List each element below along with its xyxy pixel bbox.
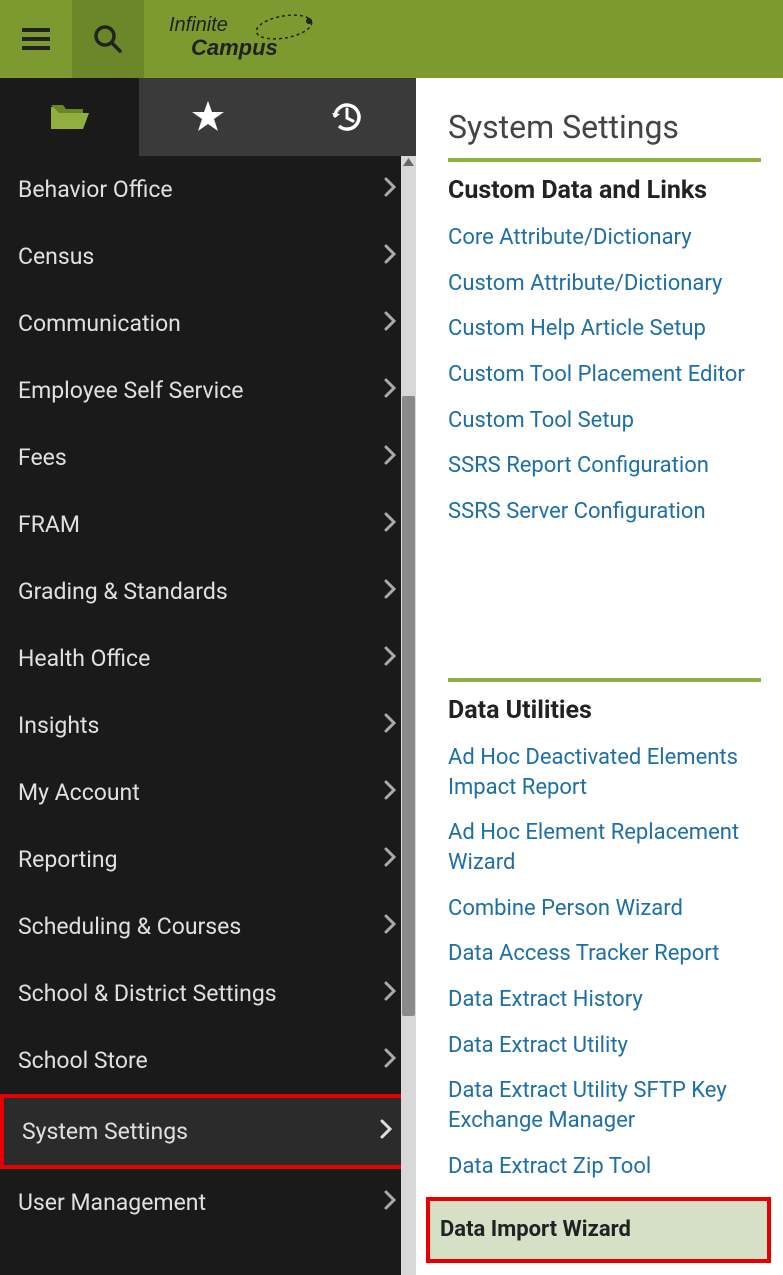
chevron-right-icon (384, 176, 396, 203)
nav-item-label: System Settings (22, 1118, 188, 1145)
link-ad-hoc-element-replacement-wizard[interactable]: Ad Hoc Element Replacement Wizard (448, 818, 761, 877)
nav-item-label: Scheduling & Courses (18, 913, 241, 940)
link-data-extract-zip-tool[interactable]: Data Extract Zip Tool (448, 1152, 761, 1182)
sidebar-tabs (0, 78, 416, 156)
link-custom-tool-placement-editor[interactable]: Custom Tool Placement Editor (448, 360, 761, 390)
chevron-right-icon (384, 779, 396, 806)
nav-item-communication[interactable]: Communication (0, 290, 412, 357)
chevron-right-icon (384, 377, 396, 404)
chevron-right-icon (384, 1047, 396, 1074)
page-title: System Settings (448, 108, 761, 146)
infinite-campus-logo: Infinite Campus (169, 11, 329, 67)
main-container: Behavior Office Census Communication Emp… (0, 78, 783, 1275)
search-icon (93, 24, 123, 54)
nav-item-my-account[interactable]: My Account (0, 759, 412, 826)
content-panel: System Settings Custom Data and Links Co… (416, 78, 783, 1275)
nav-item-label: FRAM (18, 511, 80, 538)
nav-item-label: Insights (18, 712, 99, 739)
tab-history[interactable] (277, 78, 416, 156)
link-core-attribute-dictionary[interactable]: Core Attribute/Dictionary (448, 223, 761, 253)
link-combine-person-wizard[interactable]: Combine Person Wizard (448, 894, 761, 924)
link-data-extract-utility-sftp-key-exchange-manager[interactable]: Data Extract Utility SFTP Key Exchange M… (448, 1076, 761, 1135)
logo: Infinite Campus (169, 11, 329, 67)
nav-item-employee-self-service[interactable]: Employee Self Service (0, 357, 412, 424)
nav-item-user-management[interactable]: User Management (0, 1169, 412, 1236)
nav-item-school-store[interactable]: School Store (0, 1027, 412, 1094)
chevron-right-icon (384, 913, 396, 940)
link-ad-hoc-deactivated-elements-impact-report[interactable]: Ad Hoc Deactivated Elements Impact Repor… (448, 743, 761, 802)
nav-item-reporting[interactable]: Reporting (0, 826, 412, 893)
nav-item-insights[interactable]: Insights (0, 692, 412, 759)
link-ssrs-server-configuration[interactable]: SSRS Server Configuration (448, 497, 761, 527)
nav-item-label: My Account (18, 779, 140, 806)
star-icon (191, 100, 225, 134)
section-gap (448, 543, 761, 678)
menu-button[interactable] (0, 0, 72, 78)
chevron-right-icon (384, 243, 396, 270)
link-custom-tool-setup[interactable]: Custom Tool Setup (448, 406, 761, 436)
link-custom-help-article-setup[interactable]: Custom Help Article Setup (448, 314, 761, 344)
tab-favorites[interactable] (139, 78, 278, 156)
scroll-up-icon (403, 158, 414, 166)
nav-item-fram[interactable]: FRAM (0, 491, 412, 558)
link-data-import-wizard[interactable]: Data Import Wizard (426, 1197, 771, 1263)
nav-item-label: Communication (18, 310, 181, 337)
nav-item-label: User Management (18, 1189, 206, 1216)
tab-folder[interactable] (0, 78, 139, 156)
chevron-right-icon (384, 980, 396, 1007)
chevron-right-icon (384, 511, 396, 538)
chevron-right-icon (384, 1189, 396, 1216)
hamburger-icon (22, 28, 50, 50)
nav-item-label: Health Office (18, 645, 150, 672)
app-header: Infinite Campus (0, 0, 783, 78)
nav-item-label: Reporting (18, 846, 118, 873)
svg-text:Campus: Campus (191, 35, 278, 60)
folder-open-icon (49, 101, 89, 133)
nav-item-census[interactable]: Census (0, 223, 412, 290)
chevron-right-icon (384, 444, 396, 471)
chevron-right-icon (384, 712, 396, 739)
link-data-extract-utility[interactable]: Data Extract Utility (448, 1031, 761, 1061)
chevron-right-icon (384, 846, 396, 873)
section-heading-data-utilities: Data Utilities (448, 696, 761, 725)
section-heading-custom-data: Custom Data and Links (448, 176, 761, 205)
nav-item-system-settings[interactable]: System Settings (0, 1094, 412, 1169)
chevron-right-icon (384, 645, 396, 672)
link-data-access-tracker-report[interactable]: Data Access Tracker Report (448, 939, 761, 969)
nav-item-behavior-office[interactable]: Behavior Office (0, 156, 412, 223)
scrollbar-thumb[interactable] (402, 396, 415, 1016)
nav-item-label: Employee Self Service (18, 377, 244, 404)
nav-item-label: Census (18, 243, 94, 270)
history-icon (329, 99, 365, 135)
nav-item-scheduling-courses[interactable]: Scheduling & Courses (0, 893, 412, 960)
link-custom-attribute-dictionary[interactable]: Custom Attribute/Dictionary (448, 269, 761, 299)
svg-text:Infinite: Infinite (169, 14, 228, 36)
section-divider (448, 158, 761, 162)
chevron-right-icon (384, 578, 396, 605)
search-button[interactable] (72, 0, 144, 78)
scrollbar[interactable] (401, 156, 416, 1275)
link-data-extract-history[interactable]: Data Extract History (448, 985, 761, 1015)
nav-item-label: School Store (18, 1047, 148, 1074)
nav-item-grading-standards[interactable]: Grading & Standards (0, 558, 412, 625)
nav-list: Behavior Office Census Communication Emp… (0, 156, 416, 1275)
chevron-right-icon (380, 1118, 392, 1145)
nav-item-health-office[interactable]: Health Office (0, 625, 412, 692)
chevron-right-icon (384, 310, 396, 337)
link-ssrs-report-configuration[interactable]: SSRS Report Configuration (448, 451, 761, 481)
nav-item-label: Behavior Office (18, 176, 173, 203)
nav-item-fees[interactable]: Fees (0, 424, 412, 491)
nav-item-school-district-settings[interactable]: School & District Settings (0, 960, 412, 1027)
sidebar: Behavior Office Census Communication Emp… (0, 78, 416, 1275)
section-divider (448, 678, 761, 682)
nav-item-label: Grading & Standards (18, 578, 228, 605)
nav-item-label: Fees (18, 444, 67, 471)
nav-item-label: School & District Settings (18, 980, 277, 1007)
